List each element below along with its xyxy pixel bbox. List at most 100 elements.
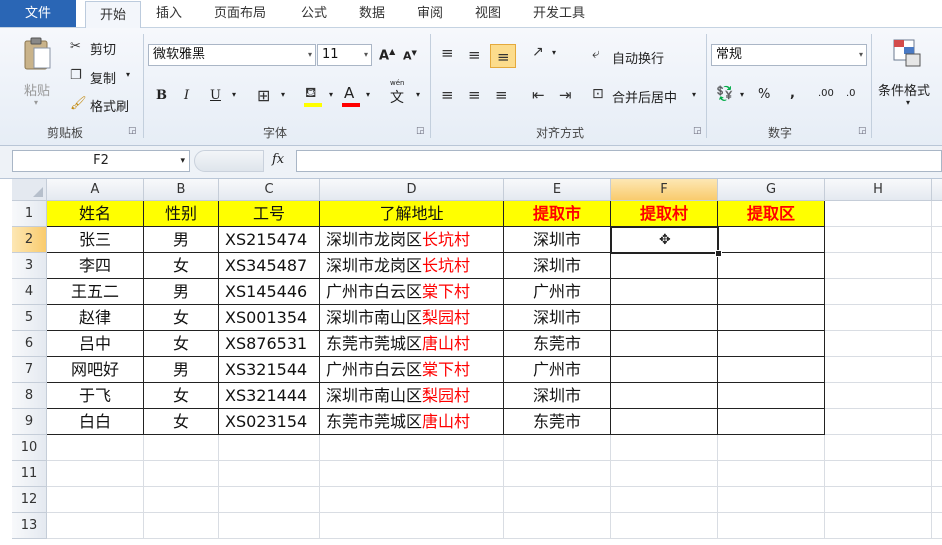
italic-button[interactable]: I — [184, 88, 189, 103]
cell-e12[interactable] — [504, 487, 611, 513]
increase-decimal-icon[interactable]: .00 — [818, 88, 834, 99]
fx-icon[interactable]: fx — [272, 152, 284, 167]
cell-c8[interactable]: XS321444 — [219, 383, 320, 409]
cell-d10[interactable] — [320, 435, 504, 461]
tab-insert[interactable]: 插入 — [156, 0, 182, 27]
decrease-indent-icon[interactable]: ⇤ — [532, 86, 545, 104]
row-header-9[interactable]: 9 — [12, 409, 47, 435]
cell-b8[interactable]: 女 — [144, 383, 219, 409]
row-header-12[interactable]: 12 — [12, 487, 47, 513]
cell-c9[interactable]: XS023154 — [219, 409, 320, 435]
cell-e5[interactable]: 深圳市 — [504, 305, 611, 331]
border-icon[interactable]: ⊞ — [257, 86, 270, 105]
cell-a9[interactable]: 白白 — [47, 409, 144, 435]
cell-f6[interactable] — [611, 331, 718, 357]
cell-i13[interactable] — [932, 513, 942, 539]
cell-h11[interactable] — [825, 461, 932, 487]
cell-f11[interactable] — [611, 461, 718, 487]
percent-button[interactable]: % — [758, 87, 770, 102]
cell-g13[interactable] — [718, 513, 825, 539]
cell-a6[interactable]: 吕中 — [47, 331, 144, 357]
font-color-button[interactable]: A — [344, 84, 354, 102]
column-header-g[interactable]: G — [718, 179, 825, 201]
cell-e1[interactable]: 提取市 — [504, 201, 611, 227]
cell-e7[interactable]: 广州市 — [504, 357, 611, 383]
wrap-text-button[interactable]: 自动换行 — [612, 48, 664, 67]
column-header-b[interactable]: B — [144, 179, 219, 201]
cell-b4[interactable]: 男 — [144, 279, 219, 305]
cell-a12[interactable] — [47, 487, 144, 513]
cell-h5[interactable] — [825, 305, 932, 331]
column-header-f[interactable]: F — [611, 179, 718, 201]
bold-button[interactable]: B — [156, 88, 167, 103]
row-header-13[interactable]: 13 — [12, 513, 47, 539]
cell-e10[interactable] — [504, 435, 611, 461]
cell-b9[interactable]: 女 — [144, 409, 219, 435]
align-bottom-button[interactable]: ≡ — [490, 44, 516, 68]
cell-b1[interactable]: 性别 — [144, 201, 219, 227]
cell-i10[interactable] — [932, 435, 942, 461]
cell-d9[interactable]: 东莞市莞城区唐山村 — [320, 409, 504, 435]
shrink-font-button[interactable]: A▼ — [403, 49, 417, 63]
cell-g1[interactable]: 提取区 — [718, 201, 825, 227]
copy-button[interactable]: 复制 — [90, 68, 116, 87]
align-center-icon[interactable]: ≡ — [468, 86, 481, 104]
cell-i8[interactable] — [932, 383, 942, 409]
cell-g5[interactable] — [718, 305, 825, 331]
orientation-icon[interactable]: ↗ — [532, 44, 544, 60]
cell-g8[interactable] — [718, 383, 825, 409]
cell-b11[interactable] — [144, 461, 219, 487]
column-header-d[interactable]: D — [320, 179, 504, 201]
name-box[interactable]: F2 ▾ — [12, 150, 190, 172]
cell-d11[interactable] — [320, 461, 504, 487]
font-launcher-icon[interactable]: ◲ — [416, 126, 425, 136]
grow-font-button[interactable]: A▲ — [379, 47, 395, 63]
cell-g7[interactable] — [718, 357, 825, 383]
cell-i2[interactable] — [932, 227, 942, 253]
phonetic-dropdown-icon[interactable]: ▾ — [416, 90, 420, 99]
cell-h2[interactable] — [825, 227, 932, 253]
cell-d12[interactable] — [320, 487, 504, 513]
cell-c3[interactable]: XS345487 — [219, 253, 320, 279]
row-header-8[interactable]: 8 — [12, 383, 47, 409]
cell-f4[interactable] — [611, 279, 718, 305]
cell-b2[interactable]: 男 — [144, 227, 219, 253]
cell-a1[interactable]: 姓名 — [47, 201, 144, 227]
align-left-icon[interactable]: ≡ — [441, 86, 454, 104]
cell-d4[interactable]: 广州市白云区棠下村 — [320, 279, 504, 305]
cell-b13[interactable] — [144, 513, 219, 539]
paste-button[interactable]: 粘贴 ▾ — [18, 36, 58, 116]
font-name-select[interactable]: 微软雅黑 ▾ — [148, 44, 316, 66]
cell-h13[interactable] — [825, 513, 932, 539]
orientation-dropdown-icon[interactable]: ▾ — [552, 48, 556, 57]
cell-i3[interactable] — [932, 253, 942, 279]
cell-e11[interactable] — [504, 461, 611, 487]
cell-i12[interactable] — [932, 487, 942, 513]
cell-i7[interactable] — [932, 357, 942, 383]
cell-a4[interactable]: 王五二 — [47, 279, 144, 305]
cell-e8[interactable]: 深圳市 — [504, 383, 611, 409]
font-size-select[interactable]: 11 ▾ — [317, 44, 372, 66]
formula-bar-splitter[interactable] — [194, 150, 264, 172]
currency-dropdown-icon[interactable]: ▾ — [740, 90, 744, 99]
cell-h8[interactable] — [825, 383, 932, 409]
cell-h6[interactable] — [825, 331, 932, 357]
cell-g2[interactable] — [718, 227, 825, 253]
cell-b7[interactable]: 男 — [144, 357, 219, 383]
cell-c7[interactable]: XS321544 — [219, 357, 320, 383]
cell-a5[interactable]: 赵律 — [47, 305, 144, 331]
cell-d5[interactable]: 深圳市南山区梨园村 — [320, 305, 504, 331]
cell-e13[interactable] — [504, 513, 611, 539]
cell-e4[interactable]: 广州市 — [504, 279, 611, 305]
cut-button[interactable]: 剪切 — [90, 39, 116, 58]
row-header-3[interactable]: 3 — [12, 253, 47, 279]
cell-c12[interactable] — [219, 487, 320, 513]
cell-a10[interactable] — [47, 435, 144, 461]
cell-g9[interactable] — [718, 409, 825, 435]
number-launcher-icon[interactable]: ◲ — [858, 126, 867, 136]
cell-e3[interactable]: 深圳市 — [504, 253, 611, 279]
row-header-10[interactable]: 10 — [12, 435, 47, 461]
cell-c1[interactable]: 工号 — [219, 201, 320, 227]
cell-d7[interactable]: 广州市白云区棠下村 — [320, 357, 504, 383]
cell-f9[interactable] — [611, 409, 718, 435]
